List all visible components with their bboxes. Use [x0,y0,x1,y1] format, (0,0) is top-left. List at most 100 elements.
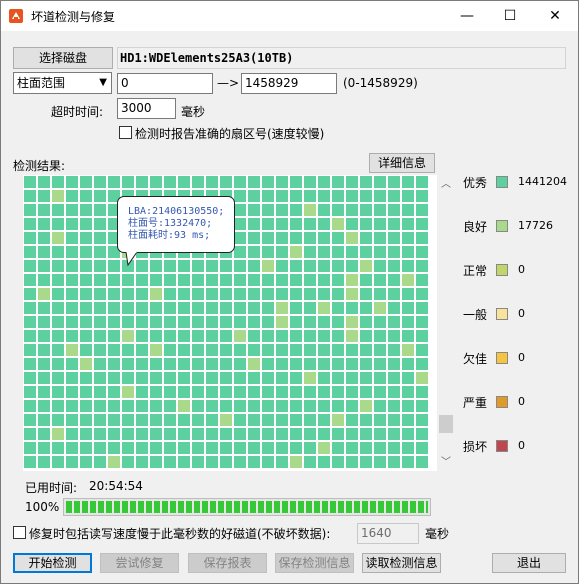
block-excellent[interactable] [289,273,303,287]
block-excellent[interactable] [121,399,135,413]
block-excellent[interactable] [93,287,107,301]
block-excellent[interactable] [303,455,317,469]
block-excellent[interactable] [331,385,345,399]
block-excellent[interactable] [275,385,289,399]
block-excellent[interactable] [387,217,401,231]
block-excellent[interactable] [373,245,387,259]
block-excellent[interactable] [205,385,219,399]
block-good[interactable] [219,413,233,427]
block-excellent[interactable] [303,273,317,287]
block-excellent[interactable] [401,455,415,469]
scroll-down-icon[interactable]: ﹀ [438,455,454,471]
block-excellent[interactable] [177,455,191,469]
block-good[interactable] [331,413,345,427]
block-excellent[interactable] [387,301,401,315]
block-excellent[interactable] [261,189,275,203]
block-excellent[interactable] [163,329,177,343]
block-excellent[interactable] [275,413,289,427]
block-excellent[interactable] [303,287,317,301]
block-excellent[interactable] [261,329,275,343]
block-excellent[interactable] [23,203,37,217]
block-excellent[interactable] [233,455,247,469]
block-good[interactable] [303,371,317,385]
block-excellent[interactable] [317,189,331,203]
block-excellent[interactable] [303,427,317,441]
block-excellent[interactable] [37,301,51,315]
block-excellent[interactable] [149,357,163,371]
block-excellent[interactable] [275,231,289,245]
block-excellent[interactable] [51,301,65,315]
block-excellent[interactable] [247,455,261,469]
block-excellent[interactable] [233,245,247,259]
block-excellent[interactable] [23,273,37,287]
block-excellent[interactable] [303,231,317,245]
block-excellent[interactable] [65,385,79,399]
block-excellent[interactable] [51,245,65,259]
block-excellent[interactable] [23,385,37,399]
save-report-button[interactable]: 保存报表 [188,553,267,573]
block-excellent[interactable] [317,203,331,217]
block-excellent[interactable] [121,441,135,455]
block-excellent[interactable] [51,259,65,273]
block-excellent[interactable] [373,203,387,217]
block-excellent[interactable] [191,455,205,469]
block-excellent[interactable] [415,315,429,329]
block-excellent[interactable] [275,441,289,455]
block-excellent[interactable] [373,315,387,329]
block-excellent[interactable] [303,217,317,231]
block-excellent[interactable] [219,301,233,315]
block-excellent[interactable] [93,203,107,217]
block-excellent[interactable] [303,175,317,189]
block-excellent[interactable] [415,441,429,455]
block-excellent[interactable] [135,273,149,287]
block-excellent[interactable] [107,441,121,455]
block-excellent[interactable] [345,455,359,469]
block-good[interactable] [233,329,247,343]
block-excellent[interactable] [23,217,37,231]
block-excellent[interactable] [303,301,317,315]
block-excellent[interactable] [177,413,191,427]
details-button[interactable]: 详细信息 [369,153,435,173]
block-excellent[interactable] [359,301,373,315]
scroll-up-icon[interactable]: ︿ [438,177,454,193]
block-excellent[interactable] [359,273,373,287]
block-excellent[interactable] [93,175,107,189]
block-excellent[interactable] [345,175,359,189]
block-good[interactable] [121,385,135,399]
block-excellent[interactable] [93,413,107,427]
block-excellent[interactable] [191,259,205,273]
block-excellent[interactable] [177,175,191,189]
block-excellent[interactable] [247,175,261,189]
block-excellent[interactable] [247,245,261,259]
block-excellent[interactable] [415,259,429,273]
block-excellent[interactable] [205,315,219,329]
block-excellent[interactable] [331,315,345,329]
block-excellent[interactable] [345,217,359,231]
block-excellent[interactable] [359,217,373,231]
block-excellent[interactable] [121,371,135,385]
block-excellent[interactable] [289,371,303,385]
block-excellent[interactable] [163,343,177,357]
block-excellent[interactable] [247,217,261,231]
block-excellent[interactable] [149,175,163,189]
block-excellent[interactable] [331,175,345,189]
range-start-input[interactable]: 0 [117,73,213,94]
block-excellent[interactable] [373,371,387,385]
block-excellent[interactable] [387,399,401,413]
block-excellent[interactable] [135,385,149,399]
block-excellent[interactable] [275,189,289,203]
block-excellent[interactable] [149,301,163,315]
block-excellent[interactable] [191,371,205,385]
block-excellent[interactable] [289,413,303,427]
block-excellent[interactable] [37,189,51,203]
block-excellent[interactable] [163,399,177,413]
block-excellent[interactable] [93,357,107,371]
block-excellent[interactable] [205,413,219,427]
block-excellent[interactable] [345,343,359,357]
block-excellent[interactable] [37,203,51,217]
block-excellent[interactable] [261,287,275,301]
block-excellent[interactable] [191,441,205,455]
block-excellent[interactable] [93,245,107,259]
block-excellent[interactable] [359,287,373,301]
block-excellent[interactable] [387,371,401,385]
